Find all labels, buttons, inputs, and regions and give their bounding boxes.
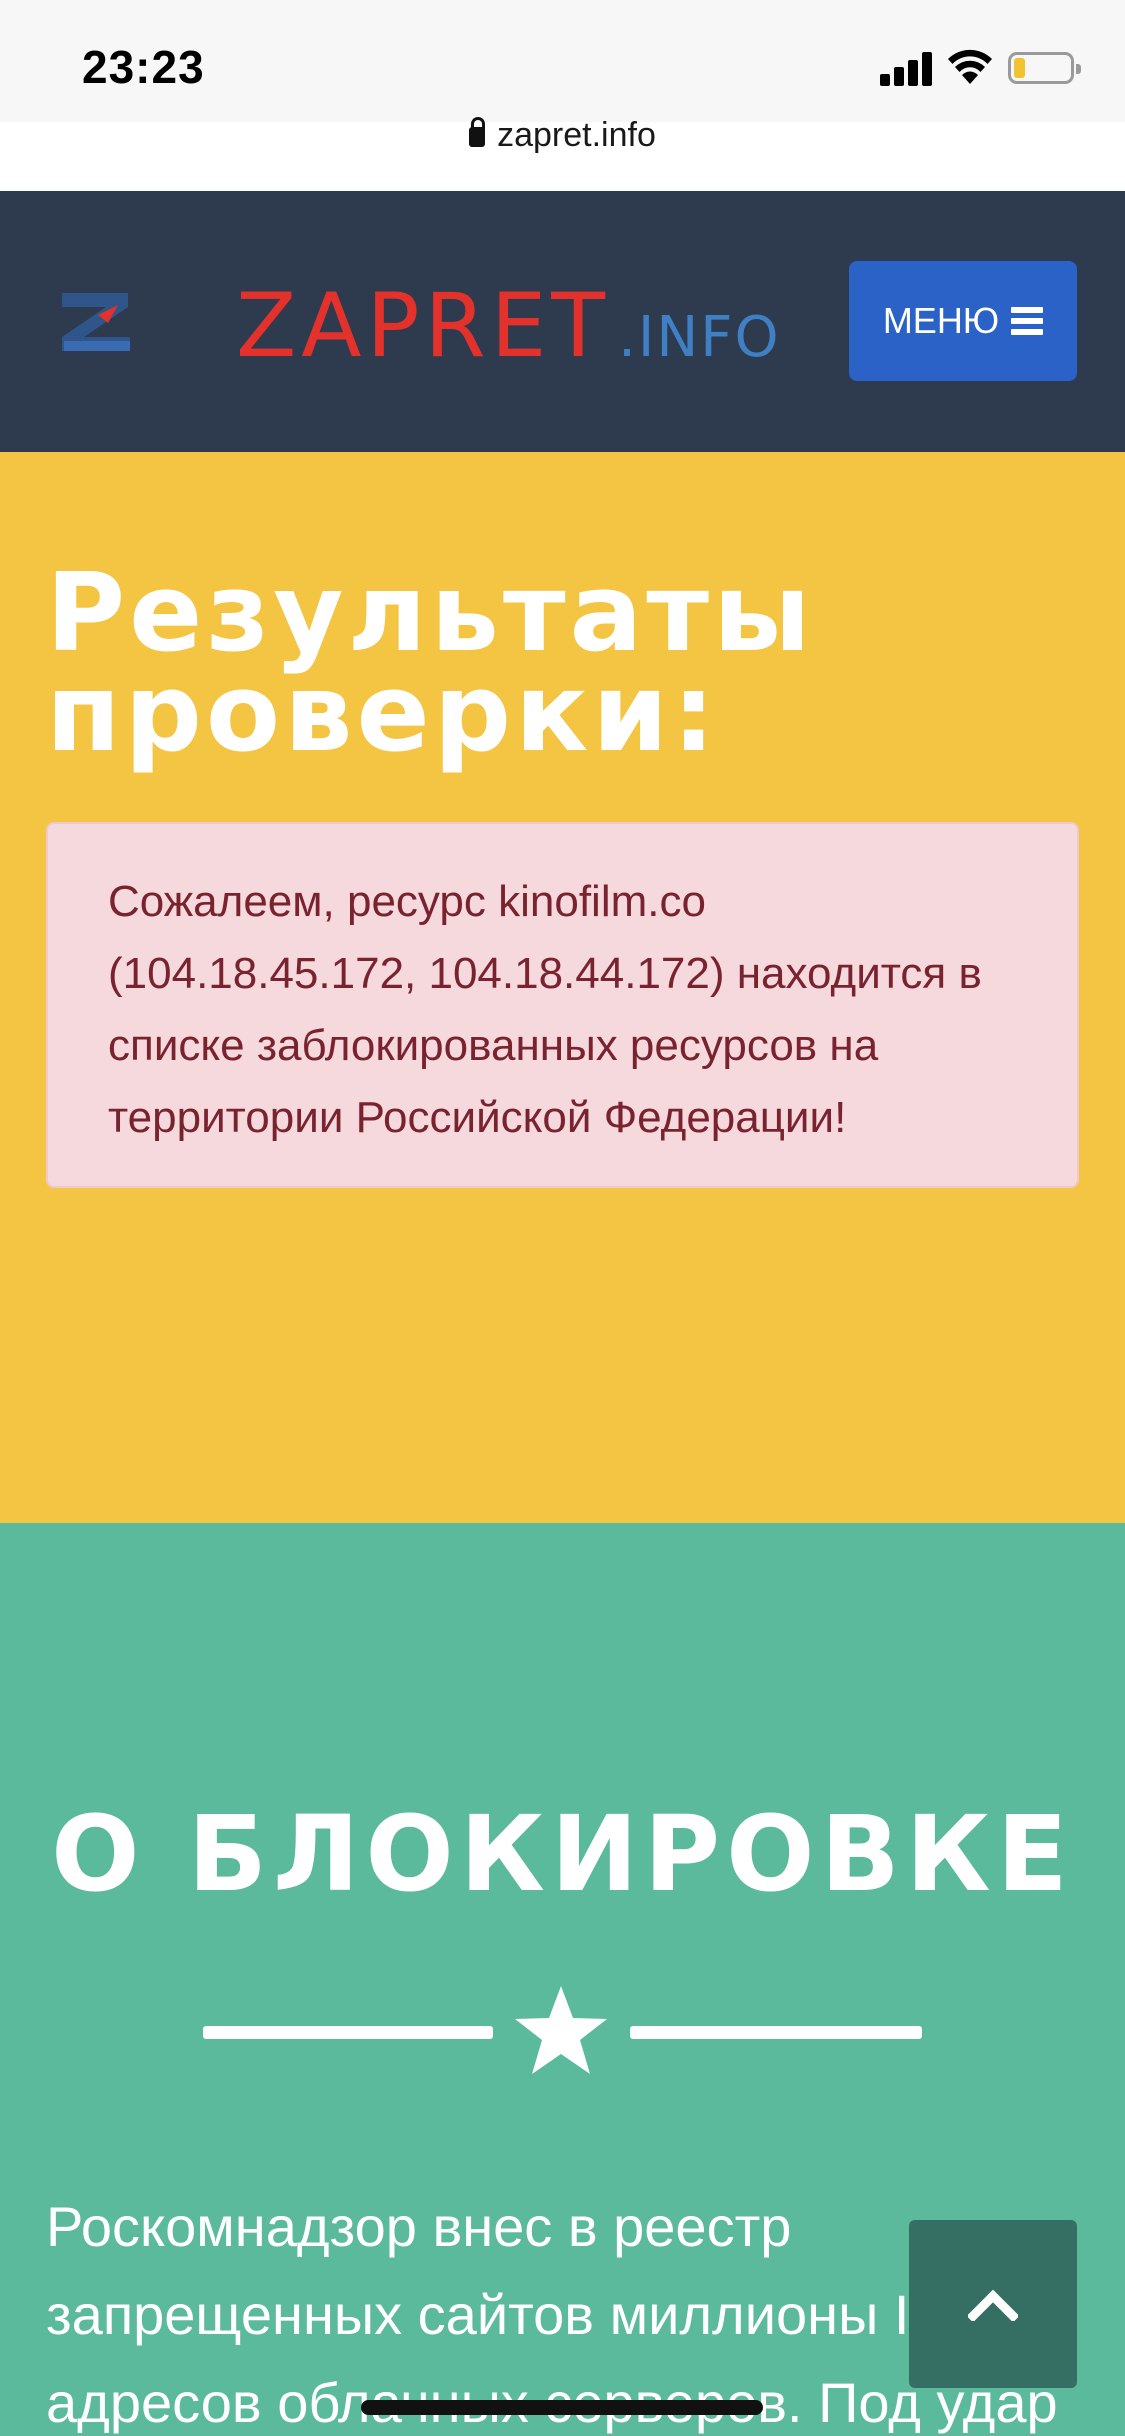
status-time: 23:23 — [82, 41, 205, 93]
battery-icon — [1008, 52, 1081, 84]
menu-button-label: МЕНЮ — [882, 300, 1000, 341]
brand-logo[interactable]: ZAPRET .INFO — [236, 274, 781, 377]
divider-line-left — [203, 2026, 493, 2039]
divider-line-right — [630, 2026, 922, 2039]
chevron-up-icon — [968, 2289, 1018, 2321]
back-to-top-button[interactable] — [909, 2220, 1077, 2388]
z-logo-icon[interactable] — [58, 283, 134, 359]
brand-sub-text: .INFO — [618, 305, 781, 370]
blocked-alert: Сожалеем, ресурс kinofilm.co (104.18.45.… — [46, 822, 1079, 1188]
battery-level-fill — [1014, 58, 1025, 78]
alert-message: Сожалеем, ресурс kinofilm.co (104.18.45.… — [108, 877, 982, 1142]
address-bar[interactable]: zapret.info — [0, 116, 1125, 155]
menu-button[interactable]: МЕНЮ — [849, 261, 1077, 381]
about-title: О БЛОКИРОВКЕ — [51, 1793, 1074, 1915]
hamburger-icon — [1011, 307, 1044, 335]
home-indicator — [361, 2400, 763, 2415]
star-icon — [515, 1986, 607, 2074]
results-title: Результаты проверки: — [46, 551, 815, 776]
url-text: zapret.info — [497, 116, 656, 154]
cellular-signal-icon — [880, 50, 932, 86]
brand-main-text: ZAPRET — [236, 274, 611, 377]
lock-icon — [469, 117, 486, 147]
results-section: Результаты проверки: Сожалеем, ресурс ki… — [0, 452, 1125, 1523]
site-header: ZAPRET .INFO МЕНЮ — [0, 191, 1125, 452]
status-bar: 23:23 — [0, 0, 1125, 122]
wifi-icon — [948, 49, 992, 84]
